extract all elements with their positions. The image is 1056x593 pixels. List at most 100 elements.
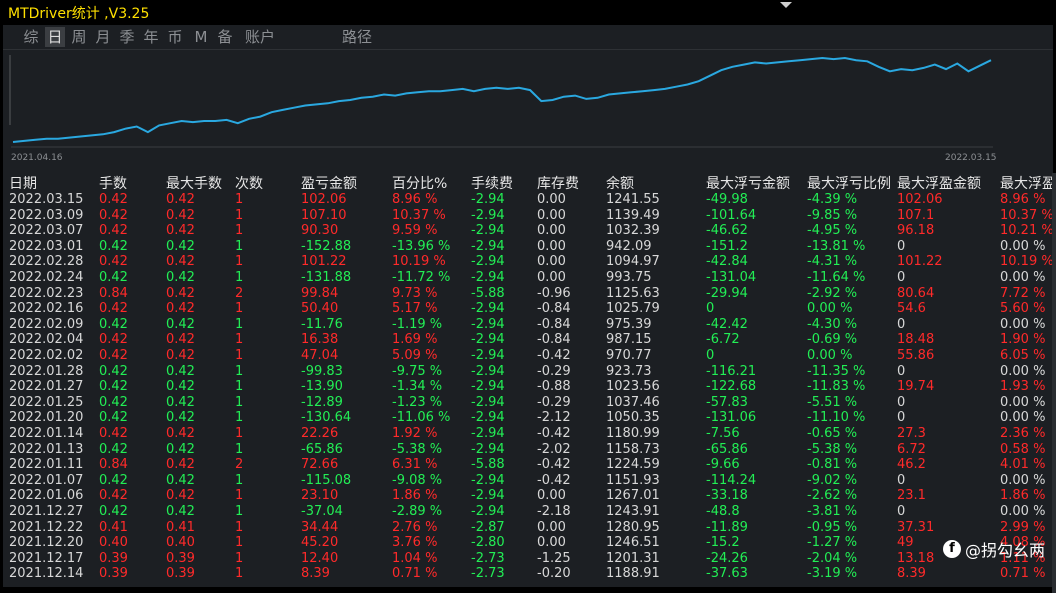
table-cell: -2.94 [471, 316, 505, 332]
table-cell: 1 [235, 535, 244, 551]
column-header[interactable]: 最大手数 [166, 173, 222, 193]
tab-1[interactable]: 日 [45, 27, 65, 47]
column-header[interactable]: 最大浮盈金额 [897, 173, 981, 193]
table-row[interactable]: 2022.01.28 0.42 0.42 1 -99.83 -9.75 % -2.94 -0.… [3, 364, 1053, 380]
table-cell: 1.04 % [392, 550, 438, 566]
column-header[interactable]: 日期 [9, 173, 37, 193]
facebook-icon: f [942, 540, 961, 558]
table-cell: 1094.97 [606, 254, 660, 270]
table-row[interactable]: 2022.01.20 0.42 0.42 1 -130.64 -11.06 % -2.94 -… [3, 410, 1053, 426]
tab-6[interactable]: 币 [165, 27, 185, 47]
table-cell: -0.69 % [807, 332, 858, 348]
table-row[interactable]: 2021.12.20 0.40 0.40 1 45.20 3.76 % -2.80 0.00 1… [3, 535, 1053, 551]
table-cell: 2022.01.13 [9, 441, 84, 457]
table-row[interactable]: 2021.12.22 0.41 0.41 1 34.44 2.76 % -2.87 0.00 1… [3, 520, 1053, 536]
table-cell: -2.94 [471, 488, 505, 504]
table-cell: 0.40 [166, 535, 195, 551]
column-header[interactable]: 最大浮亏比例 [807, 173, 891, 193]
table-cell: -48.8 [706, 504, 740, 519]
table-cell: 19.74 [897, 379, 935, 395]
table-cell: 0.42 [99, 426, 128, 441]
table-cell: 0.00 % [1000, 504, 1046, 519]
tab-7[interactable]: M [191, 27, 211, 47]
table-cell: -2.94 [471, 207, 505, 223]
table-cell: 2 [235, 285, 244, 301]
table-row[interactable]: 2022.03.01 0.42 0.42 1 -152.88 -13.96 % -2.94 0… [3, 239, 1053, 255]
table-row[interactable]: 2022.02.02 0.42 0.42 1 47.04 5.09 % -2.94 -0.42… [3, 348, 1053, 364]
tab-8[interactable]: 备 [215, 27, 235, 47]
table-row[interactable]: 2022.02.23 0.84 0.42 2 99.84 9.73 % -5.88 -0.96… [3, 286, 1053, 302]
table-row[interactable]: 2022.01.07 0.42 0.42 1 -115.08 -9.08 % -2.94 -0… [3, 473, 1053, 489]
column-header[interactable]: 最大浮盈 [1000, 173, 1056, 193]
table-cell: -13.90 [301, 379, 343, 395]
column-header[interactable]: 手续费 [471, 173, 513, 193]
column-header[interactable]: 余额 [606, 173, 634, 193]
table-cell: 0.42 [99, 207, 128, 223]
table-row[interactable]: 2022.01.25 0.42 0.42 1 -12.89 -1.23 % -2.94 -0.… [3, 395, 1053, 411]
table-cell: 102.06 [897, 192, 943, 207]
table-cell: -2.92 % [807, 285, 858, 301]
table-cell: 1 [235, 363, 244, 379]
table-cell: -0.42 [537, 348, 571, 363]
table-row[interactable]: 2022.03.07 0.42 0.42 1 90.30 9.59 % -2.94 0.00 1… [3, 223, 1054, 239]
table-row[interactable]: 2021.12.17 0.39 0.39 1 12.40 1.04 % -2.73 -1.25… [3, 551, 1053, 567]
table-row[interactable]: 2021.12.14 0.39 0.39 1 8.39 0.71 % -2.73 -0.20 1… [3, 566, 1053, 582]
table-row[interactable]: 2022.01.27 0.42 0.42 1 -13.90 -1.34 % -2.94 -0.… [3, 379, 1053, 395]
tab-4[interactable]: 季 [117, 27, 137, 47]
table-row[interactable]: 2022.02.24 0.42 0.42 1 -131.88 -11.72 % -2.94 0… [3, 270, 1053, 286]
table-cell: -2.73 [471, 550, 505, 566]
tab-2[interactable]: 周 [69, 27, 89, 47]
table-cell: 0 [706, 348, 715, 363]
table-row[interactable]: 2021.12.27 0.42 0.42 1 -37.04 -2.89 % -2.94 -2.… [3, 504, 1053, 520]
table-row[interactable]: 2022.01.06 0.42 0.42 1 23.10 1.86 % -2.94 0.00 1… [3, 488, 1053, 504]
vertical-scrollbar[interactable] [1052, 173, 1056, 593]
table-cell: -57.83 [706, 394, 748, 410]
table-cell: 49 [897, 535, 914, 551]
table-row[interactable]: 2022.02.09 0.42 0.42 1 -11.76 -1.19 % -2.94 -0.… [3, 317, 1053, 333]
table-cell: 0.42 [166, 316, 195, 332]
table-cell: 2.76 % [392, 519, 438, 535]
table-row[interactable]: 2022.02.28 0.42 0.42 1 101.22 10.19 % -2.94 0.0… [3, 254, 1054, 270]
column-header[interactable]: 手数 [99, 173, 127, 193]
table-cell: 1 [235, 238, 244, 254]
table-cell: 0 [897, 410, 906, 426]
tab-10[interactable]: 路径 [339, 27, 375, 47]
column-header[interactable]: 百分比% [392, 173, 447, 193]
table-cell: -2.94 [471, 332, 505, 348]
tab-5[interactable]: 年 [141, 27, 161, 47]
table-cell: 0.42 [166, 285, 195, 301]
table-row[interactable]: 2022.01.13 0.42 0.42 1 -65.86 -5.38 % -2.94 -2.… [3, 442, 1053, 458]
table-cell: 8.96 % [392, 192, 438, 207]
column-header[interactable]: 库存费 [537, 173, 579, 193]
table-cell: -131.04 [706, 270, 757, 285]
column-header[interactable]: 次数 [235, 173, 263, 193]
dropdown-arrow-icon[interactable] [780, 2, 792, 8]
column-header[interactable]: 最大浮亏金额 [706, 173, 790, 193]
table-cell: -49.98 [706, 192, 748, 207]
table-cell: 2022.02.02 [9, 348, 84, 363]
tab-3[interactable]: 月 [93, 27, 113, 47]
table-cell: 0.00 % [1000, 472, 1046, 488]
table-row[interactable]: 2022.01.14 0.42 0.42 1 22.26 1.92 % -2.94 -0.42… [3, 426, 1053, 442]
table-cell: 0.42 [99, 488, 128, 504]
table-row[interactable]: 2022.02.16 0.42 0.42 1 50.40 5.17 % -2.94 -0.84… [3, 301, 1053, 317]
table-row[interactable]: 2022.03.09 0.42 0.42 1 107.10 10.37 % -2.94 0.0… [3, 207, 1054, 224]
column-header[interactable]: 盈亏金额 [301, 173, 357, 193]
table-cell: 10.21 % [1000, 223, 1054, 239]
table-cell: -4.31 % [807, 254, 858, 270]
table-row[interactable]: 2022.01.11 0.84 0.42 2 72.66 6.31 % -5.88 -0.42… [3, 457, 1053, 473]
table-cell: 1180.99 [606, 426, 660, 441]
table-cell: -0.84 [537, 301, 571, 317]
tab-0[interactable]: 综 [17, 27, 45, 47]
table-cell: -9.08 % [392, 472, 443, 488]
tab-9[interactable]: 账户 [241, 27, 279, 47]
table-cell: -5.38 % [392, 441, 443, 457]
table-cell: 993.75 [606, 270, 652, 285]
table-cell: -5.51 % [807, 394, 858, 410]
table-row[interactable]: 2022.03.15 0.42 0.42 1 102.06 8.96 % -2.94 0.00… [3, 192, 1053, 208]
equity-line [12, 56, 992, 143]
table-cell: 2022.03.09 [9, 207, 84, 223]
table-cell: -0.29 [537, 394, 571, 410]
table-cell: 2.36 % [1000, 426, 1046, 441]
table-row[interactable]: 2022.02.04 0.42 0.42 1 16.38 1.69 % -2.94 -0.84… [3, 332, 1053, 348]
